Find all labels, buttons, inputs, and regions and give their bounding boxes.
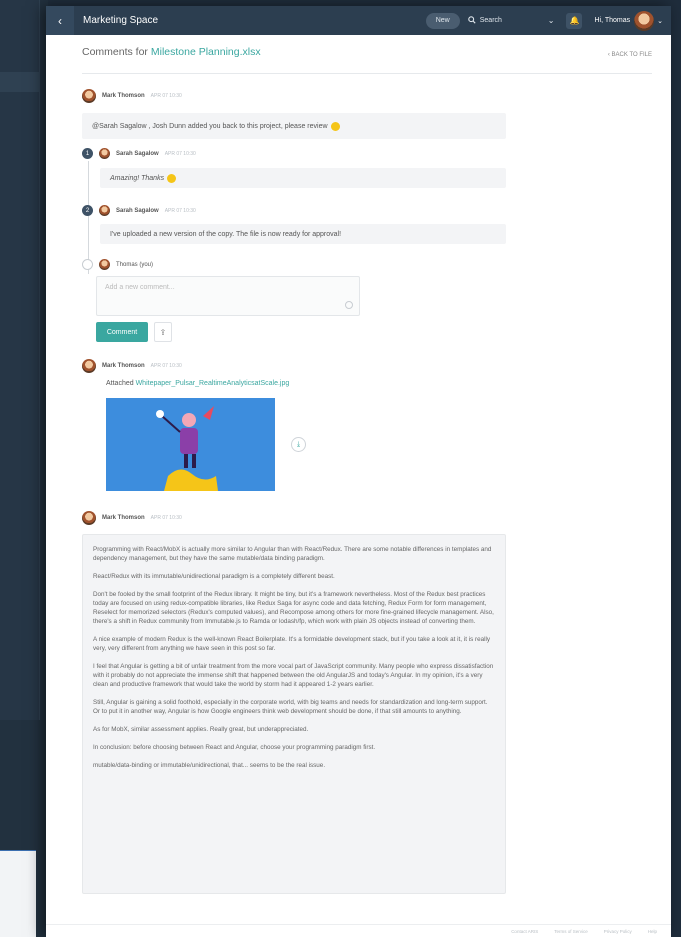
emoji-picker-icon[interactable] (345, 301, 353, 309)
comment-paragraph: Still, Angular is gaining a solid footho… (93, 699, 488, 715)
new-button[interactable]: New (425, 12, 460, 29)
page-title-prefix: Comments for (82, 46, 151, 58)
search-icon (467, 15, 476, 26)
comment-button[interactable]: Comment (96, 322, 148, 342)
upload-icon: ⇪ (159, 327, 167, 337)
back-button[interactable]: ‹ (46, 6, 74, 35)
comment-text: I've uploaded a new version of the copy.… (110, 230, 342, 238)
comment: 2 Sarah Sagalow APR 07 10:30 (82, 205, 196, 216)
reply-number-badge: 2 (82, 205, 93, 216)
comment-bubble: @Sarah Sagalow , Josh Dunn added you bac… (82, 113, 506, 139)
upload-button[interactable]: ⇪ (154, 322, 172, 342)
comment-author: Mark Thomson (102, 363, 145, 369)
comment-date: APR 07 10:30 (150, 93, 182, 99)
page-title: Comments for Milestone Planning.xlsx (82, 46, 261, 58)
download-button[interactable]: ⤓ (291, 437, 306, 452)
comment-date: APR 07 10:30 (164, 150, 196, 157)
footer-link-privacy[interactable]: Privacy Policy (604, 929, 632, 934)
smile-emoji-icon (330, 121, 340, 131)
download-icon: ⤓ (296, 440, 301, 448)
comment-meta: Mark Thomson APR 07 10:30 (82, 89, 182, 103)
comment-date: APR 07 10:30 (150, 363, 182, 369)
comment-text: @Sarah Sagalow , Josh Dunn added you bac… (92, 122, 328, 130)
comment-bubble: Amazing! Thanks (100, 168, 506, 188)
comment-paragraph: mutable/data-binding or immutable/unidir… (93, 762, 326, 769)
comment: Mark Thomson APR 07 10:30 (82, 89, 182, 103)
back-to-file-link[interactable]: ‹ BACK TO FILE (608, 52, 652, 58)
background-sidebar (0, 0, 48, 937)
comment-paragraph: As for MobX, similar assessment applies.… (93, 726, 309, 733)
background-panel (0, 850, 36, 937)
comment-input[interactable]: Add a new comment... (96, 276, 360, 316)
notifications-icon[interactable]: 🔔 (566, 12, 583, 29)
comment-meta: Mark Thomson APR 07 10:30 (82, 511, 182, 525)
smile-emoji-icon (167, 173, 177, 183)
search-button[interactable]: Search (467, 15, 548, 26)
avatar (99, 148, 110, 159)
comment-bubble: Programming with React/MobX is actually … (82, 534, 506, 894)
avatar (99, 205, 110, 216)
comment: Mark Thomson APR 07 10:30 (82, 359, 182, 373)
page-header: Comments for Milestone Planning.xlsx ‹ B… (82, 46, 652, 74)
avatar (82, 89, 96, 103)
background-strip (0, 0, 40, 720)
thread-line (88, 161, 89, 274)
comment-author: Mark Thomson (102, 93, 145, 99)
app-title: Marketing Space (83, 15, 159, 26)
user-greeting[interactable]: Hi, Thomas (594, 17, 630, 24)
footer: Contact ARIS Terms of Service Privacy Po… (46, 924, 671, 937)
comment-paragraph: I feel that Angular is getting a bit of … (93, 663, 494, 688)
file-link[interactable]: Milestone Planning.xlsx (151, 46, 261, 58)
comment-date: APR 07 10:30 (164, 207, 196, 214)
avatar[interactable] (634, 10, 655, 31)
search-label: Search (479, 17, 502, 24)
background-nav-item (0, 72, 40, 92)
comment-meta: Thomas (you) (82, 259, 153, 270)
comment-meta: 1 Sarah Sagalow APR 07 10:30 (82, 148, 196, 159)
reply-composer: Thomas (you) (82, 259, 153, 270)
footer-link-terms[interactable]: Terms of Service (554, 929, 588, 934)
reply-number-badge: 1 (82, 148, 93, 159)
comment-bubble: I've uploaded a new version of the copy.… (100, 224, 506, 244)
comment-meta: 2 Sarah Sagalow APR 07 10:30 (82, 205, 196, 216)
comment-meta: Mark Thomson APR 07 10:30 (82, 359, 182, 373)
comment-paragraph: React/Redux with its immutable/unidirect… (93, 573, 335, 580)
comment-author: Mark Thomson (102, 515, 145, 521)
avatar (82, 511, 96, 525)
comment: Mark Thomson APR 07 10:30 (82, 511, 182, 525)
comment-paragraph: In conclusion: before choosing between R… (93, 744, 376, 751)
footer-link-help[interactable]: Help (648, 929, 657, 934)
reply-author: Thomas (you) (116, 261, 154, 268)
chevron-down-icon[interactable]: ⌄ (657, 17, 663, 25)
chevron-left-icon: ‹ (58, 13, 62, 28)
app-window: ‹ Marketing Space New Search ⌄ 🔔 Hi, Tho… (46, 6, 671, 937)
comment-author: Sarah Sagalow (116, 207, 159, 214)
comment-author: Sarah Sagalow (116, 150, 159, 157)
attachment-line: Attached Whitepaper_Pulsar_RealtimeAnaly… (106, 380, 289, 387)
comment-paragraph: Don't be fooled by the small footprint o… (93, 591, 494, 625)
comment-paragraph: Programming with React/MobX is actually … (93, 546, 492, 562)
comment-text: Amazing! Thanks (110, 174, 165, 182)
avatar (99, 259, 110, 270)
comment-paragraph: A nice example of modern Redux is the we… (93, 636, 491, 652)
illustration-graphic (156, 406, 218, 491)
attachment-link[interactable]: Whitepaper_Pulsar_RealtimeAnalyticsatSca… (136, 380, 290, 387)
footer-link-contact[interactable]: Contact ARIS (511, 929, 538, 934)
reply-badge (82, 259, 93, 270)
top-bar: ‹ Marketing Space New Search ⌄ 🔔 Hi, Tho… (46, 6, 671, 35)
comment: 1 Sarah Sagalow APR 07 10:30 (82, 148, 196, 159)
chevron-down-icon[interactable]: ⌄ (548, 16, 555, 25)
avatar (82, 359, 96, 373)
comment-input-placeholder: Add a new comment... (105, 284, 175, 291)
attachment-image[interactable] (106, 398, 275, 491)
comment-date: APR 07 10:30 (150, 515, 182, 521)
attachment-prefix: Attached (106, 380, 136, 387)
